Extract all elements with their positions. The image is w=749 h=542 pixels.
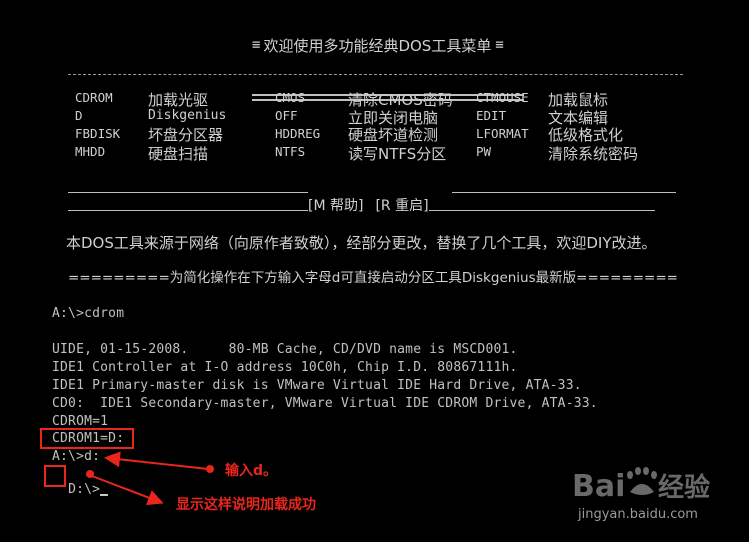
menu-desc: 坏盘分区器 (148, 126, 224, 144)
separator-top (68, 74, 683, 75)
title-suffix-icon: ≡ (495, 37, 504, 53)
menu-desc: 硬盘扫描 (148, 145, 209, 163)
tip-text: =========为简化操作在下方输入字母d可直接启动分区工具Diskgeniu… (68, 270, 678, 286)
menu-desc: 读写NTFS分区 (348, 145, 447, 163)
arrow-to-input-icon (104, 451, 209, 470)
help-bar-line (68, 209, 308, 211)
menu-cmd-hddreg[interactable]: HDDREG (275, 126, 320, 141)
menu-cmd-cmos[interactable]: CMOS (275, 90, 305, 105)
svg-text:Bai: Bai (572, 469, 625, 504)
terminal-line: CD0: IDE1 Secondary-master, VMware Virtu… (52, 396, 598, 411)
help-bar-line (68, 192, 308, 193)
terminal-line: UIDE, 01-15-2008. 80-MB Cache, CD/DVD na… (52, 342, 518, 357)
title-row: ≡ 欢迎使用多功能经典DOS工具菜单 ≡ (252, 35, 504, 55)
annotation-success: 显示这样说明加载成功 (176, 497, 316, 513)
terminal-line: A:\>cdrom (52, 306, 125, 321)
terminal-line: IDE1 Primary-master disk is VMware Virtu… (52, 378, 582, 393)
menu-desc: 加载光驱 (148, 91, 209, 109)
help-bar: [M 帮助] [R 重启] (68, 195, 678, 215)
help-bar-line (452, 192, 676, 193)
svg-text:经验: 经验 (658, 472, 710, 503)
menu-desc: 清除系统密码 (548, 145, 639, 163)
menu-desc: 低级格式化 (548, 126, 624, 144)
menu-cmd-cdrom[interactable]: CDROM (75, 90, 113, 105)
menu-desc: 硬盘坏道检测 (348, 126, 439, 144)
intro-text: 本DOS工具来源于网络（向原作者致敬），经部分更改，替换了几个工具，欢迎DIY改… (66, 234, 657, 252)
menu-cmd-lformat[interactable]: LFORMAT (476, 126, 529, 141)
terminal-line: IDE1 Controller at I-O address 10C0h, Ch… (52, 360, 518, 375)
menu-desc: Diskgenius (148, 108, 227, 123)
menu-cmd-edit[interactable]: EDIT (476, 108, 506, 123)
help-bar-line (428, 209, 655, 211)
terminal-line: CDROM=1 (52, 414, 109, 429)
menu-cmd-mhdd[interactable]: MHDD (75, 144, 105, 159)
menu-cmd-off[interactable]: OFF (275, 108, 298, 123)
watermark-url: jingyan.baidu.com (578, 507, 698, 522)
title-prefix-icon: ≡ (252, 37, 261, 53)
title-underline (252, 53, 524, 101)
annotation-input-d: 输入d。 (225, 463, 278, 479)
baidu-jingyan-logo: Bai 经验 (572, 467, 710, 504)
menu-cmd-ctmouse[interactable]: CTMOUSE (476, 90, 529, 105)
menu-cmd-fbdisk[interactable]: FBDISK (75, 126, 120, 141)
menu-cmd-d[interactable]: D (75, 108, 83, 123)
menu-cmd-pw[interactable]: PW (476, 144, 491, 159)
menu-cmd-ntfs[interactable]: NTFS (275, 144, 305, 159)
arrow-to-note-icon (91, 475, 164, 506)
restart-button[interactable]: [R 重启] (375, 195, 428, 215)
help-button[interactable]: [M 帮助] (308, 195, 363, 215)
